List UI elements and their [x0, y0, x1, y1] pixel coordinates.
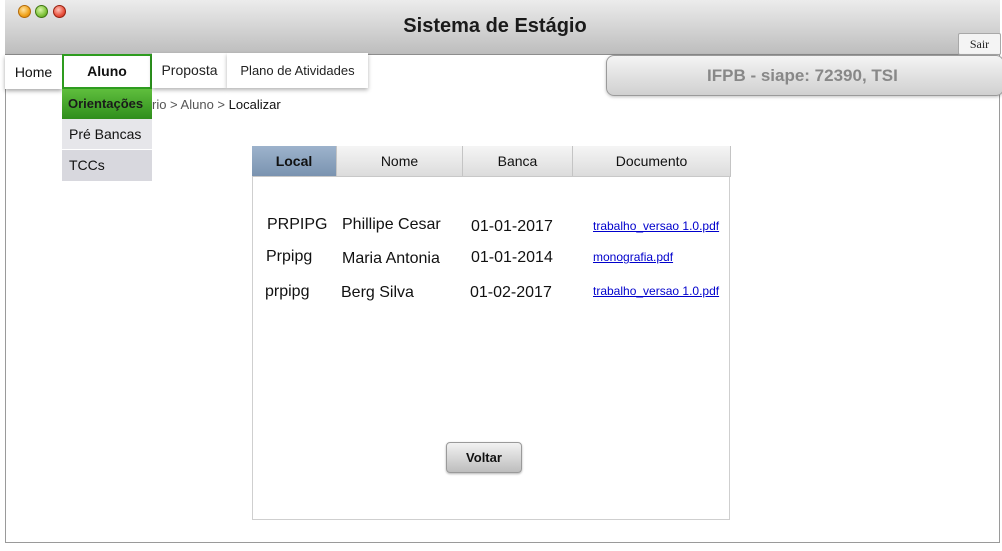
breadcrumb-current: Localizar: [228, 97, 281, 112]
breadcrumb: rio > Aluno > Localizar: [152, 97, 281, 112]
dropdown-item-orientacoes[interactable]: Orientações: [62, 89, 152, 119]
tab-banca[interactable]: Banca: [463, 146, 573, 176]
cell-nome: Phillipe Cesar: [342, 216, 441, 233]
app-title: Sistema de Estágio: [403, 15, 587, 37]
document-link[interactable]: trabalho_versao 1.0.pdf: [593, 219, 719, 233]
document-link[interactable]: monografia.pdf: [593, 250, 673, 264]
tab-nome[interactable]: Nome: [337, 146, 463, 176]
logout-button[interactable]: Sair: [958, 33, 1001, 55]
cell-data: 01-01-2017: [471, 218, 553, 235]
cell-data: 01-01-2014: [471, 249, 553, 266]
user-info-box: IFPB - siape: 72390, TSI: [606, 55, 1002, 96]
table-tabs: Local Nome Banca Documento: [252, 146, 731, 177]
cell-local: PRPIPG: [267, 216, 328, 233]
document-link[interactable]: trabalho_versao 1.0.pdf: [593, 284, 719, 298]
breadcrumb-path: rio > Aluno >: [152, 97, 229, 112]
back-button[interactable]: Voltar: [446, 442, 522, 473]
cell-local: prpipg: [265, 283, 310, 300]
nav-aluno[interactable]: Aluno: [62, 54, 152, 89]
title-bar: Sistema de Estágio: [5, 0, 1000, 55]
tab-documento[interactable]: Documento: [573, 146, 731, 176]
cell-nome: Maria Antonia: [342, 250, 440, 267]
dropdown-item-pre-bancas[interactable]: Pré Bancas: [62, 119, 152, 149]
cell-data: 01-02-2017: [470, 284, 552, 301]
cell-local: Prpipg: [266, 248, 313, 265]
cell-nome: Berg Silva: [341, 284, 414, 301]
dropdown-item-tccs[interactable]: TCCs: [62, 150, 152, 181]
nav-plano-atividades[interactable]: Plano de Atividades: [227, 53, 368, 88]
nav-home[interactable]: Home: [5, 55, 62, 89]
tab-local[interactable]: Local: [252, 146, 337, 176]
nav-proposta[interactable]: Proposta: [152, 53, 227, 88]
